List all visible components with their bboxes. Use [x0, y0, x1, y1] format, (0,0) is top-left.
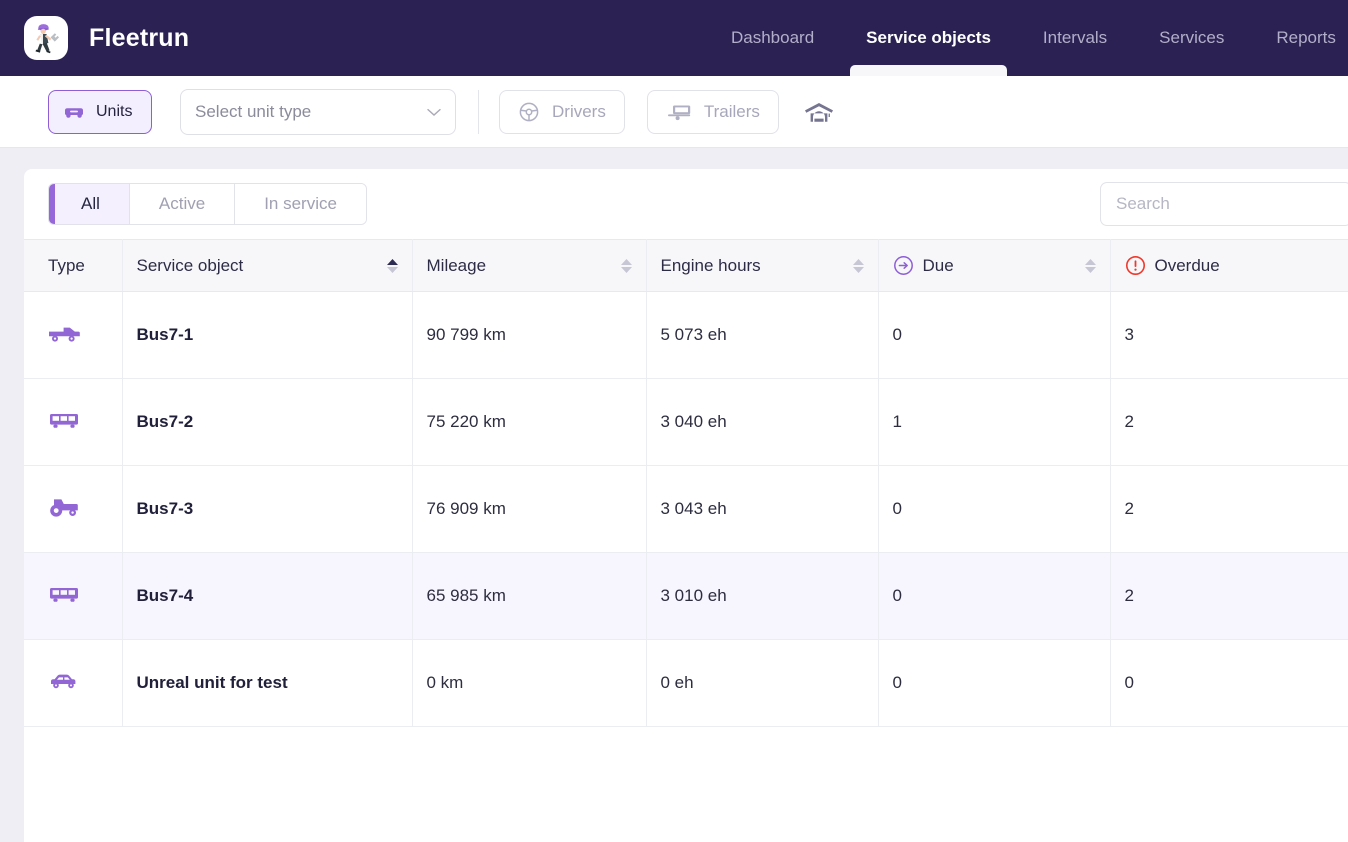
cell-due: 1 — [878, 379, 1110, 466]
nav-item-reports[interactable]: Reports — [1250, 0, 1348, 76]
cell-engine-hours: 5 073 eh — [646, 292, 878, 379]
garage-button[interactable] — [801, 94, 837, 130]
main-navigation: Dashboard Service objects Intervals Serv… — [705, 0, 1348, 76]
sort-icon-mileage[interactable] — [621, 259, 632, 273]
units-button-label: Units — [96, 103, 132, 121]
chevron-down-icon — [427, 102, 441, 122]
units-button[interactable]: Units — [48, 90, 152, 134]
column-header-service-object[interactable]: Service object — [122, 240, 412, 292]
cell-due: 0 — [878, 292, 1110, 379]
cell-engine-hours: 3 010 eh — [646, 553, 878, 640]
column-label-due: Due — [923, 256, 954, 276]
status-filter-tabs: All Active In service — [48, 183, 367, 225]
column-label-overdue: Overdue — [1155, 256, 1220, 276]
search-input[interactable] — [1100, 182, 1348, 226]
cell-mileage: 0 km — [412, 640, 646, 727]
cell-overdue: 3 — [1110, 292, 1348, 379]
brand: Fleetrun — [0, 16, 189, 60]
cell-service-object: Bus7-1 — [122, 292, 412, 379]
sort-icon-service-object[interactable] — [387, 259, 398, 273]
cell-service-object: Unreal unit for test — [122, 640, 412, 727]
nav-item-service-objects[interactable]: Service objects — [840, 0, 1017, 76]
card-toolbar: All Active In service — [24, 169, 1348, 239]
trailer-icon — [666, 103, 692, 121]
trailers-button-label: Trailers — [704, 102, 760, 122]
table-row[interactable]: Bus7-4 65 985 km 3 010 eh 0 2 — [24, 553, 1348, 640]
car-icon — [48, 671, 80, 691]
table-row[interactable]: Bus7-2 75 220 km 3 040 eh 1 2 — [24, 379, 1348, 466]
service-objects-card: All Active In service Type — [24, 169, 1348, 842]
cell-service-object: Bus7-3 — [122, 466, 412, 553]
cell-type — [24, 292, 122, 379]
table-row[interactable]: Bus7-1 90 799 km 5 073 eh 0 3 — [24, 292, 1348, 379]
cell-overdue: 2 — [1110, 379, 1348, 466]
toolbar-divider — [478, 90, 479, 134]
table-row[interactable]: Bus7-3 76 909 km 3 043 eh 0 2 — [24, 466, 1348, 553]
drivers-button[interactable]: Drivers — [499, 90, 625, 134]
cell-type — [24, 553, 122, 640]
cell-mileage: 76 909 km — [412, 466, 646, 553]
search-wrapper — [1100, 182, 1348, 226]
car-icon — [63, 104, 85, 120]
sort-icon-due[interactable] — [1085, 259, 1096, 273]
steering-wheel-icon — [518, 101, 540, 123]
overdue-alert-icon — [1125, 255, 1146, 276]
cell-engine-hours: 3 043 eh — [646, 466, 878, 553]
garage-icon — [804, 100, 834, 124]
cell-engine-hours: 0 eh — [646, 640, 878, 727]
table-head: Type Service object — [24, 240, 1348, 292]
mechanic-logo-icon — [28, 20, 64, 56]
trailers-button[interactable]: Trailers — [647, 90, 779, 134]
column-header-overdue[interactable]: Overdue — [1110, 240, 1348, 292]
cell-mileage: 90 799 km — [412, 292, 646, 379]
cell-mileage: 65 985 km — [412, 553, 646, 640]
cell-overdue: 2 — [1110, 466, 1348, 553]
cell-engine-hours: 3 040 eh — [646, 379, 878, 466]
nav-item-intervals[interactable]: Intervals — [1017, 0, 1133, 76]
bus-icon — [48, 410, 80, 430]
cell-overdue: 2 — [1110, 553, 1348, 640]
cell-overdue: 0 — [1110, 640, 1348, 727]
nav-item-dashboard[interactable]: Dashboard — [705, 0, 840, 76]
cell-service-object: Bus7-2 — [122, 379, 412, 466]
bus-icon — [48, 584, 80, 604]
table-header-row: Type Service object — [24, 240, 1348, 292]
column-header-engine-hours[interactable]: Engine hours — [646, 240, 878, 292]
column-header-type: Type — [24, 240, 122, 292]
cell-due: 0 — [878, 466, 1110, 553]
filter-toolbar: Units Select unit type Drivers Trailers — [0, 76, 1348, 148]
column-header-due[interactable]: Due — [878, 240, 1110, 292]
column-header-mileage[interactable]: Mileage — [412, 240, 646, 292]
table-body: Bus7-1 90 799 km 5 073 eh 0 3 — [24, 292, 1348, 727]
drivers-button-label: Drivers — [552, 102, 606, 122]
brand-name: Fleetrun — [89, 24, 189, 53]
service-objects-table: Type Service object — [24, 239, 1348, 727]
cell-mileage: 75 220 km — [412, 379, 646, 466]
nav-item-services[interactable]: Services — [1133, 0, 1250, 76]
cell-due: 0 — [878, 553, 1110, 640]
column-label-mileage: Mileage — [427, 256, 487, 276]
tab-active[interactable]: Active — [130, 184, 235, 224]
pickup-truck-icon — [48, 323, 80, 343]
tractor-icon — [48, 496, 80, 518]
unit-type-select[interactable]: Select unit type — [180, 89, 456, 135]
cell-type — [24, 640, 122, 727]
page-body: All Active In service Type — [0, 148, 1348, 842]
tab-in-service[interactable]: In service — [235, 184, 366, 224]
column-label-service-object: Service object — [137, 256, 244, 276]
sort-icon-engine-hours[interactable] — [853, 259, 864, 273]
due-arrow-icon — [893, 255, 914, 276]
unit-type-select-value: Select unit type — [195, 102, 311, 122]
cell-service-object: Bus7-4 — [122, 553, 412, 640]
cell-type — [24, 379, 122, 466]
tab-all[interactable]: All — [49, 184, 130, 224]
app-logo — [24, 16, 68, 60]
column-label-type: Type — [48, 256, 85, 276]
cell-type — [24, 466, 122, 553]
app-header: Fleetrun Dashboard Service objects Inter… — [0, 0, 1348, 76]
column-label-engine-hours: Engine hours — [661, 256, 761, 276]
table-row[interactable]: Unreal unit for test 0 km 0 eh 0 0 — [24, 640, 1348, 727]
cell-due: 0 — [878, 640, 1110, 727]
